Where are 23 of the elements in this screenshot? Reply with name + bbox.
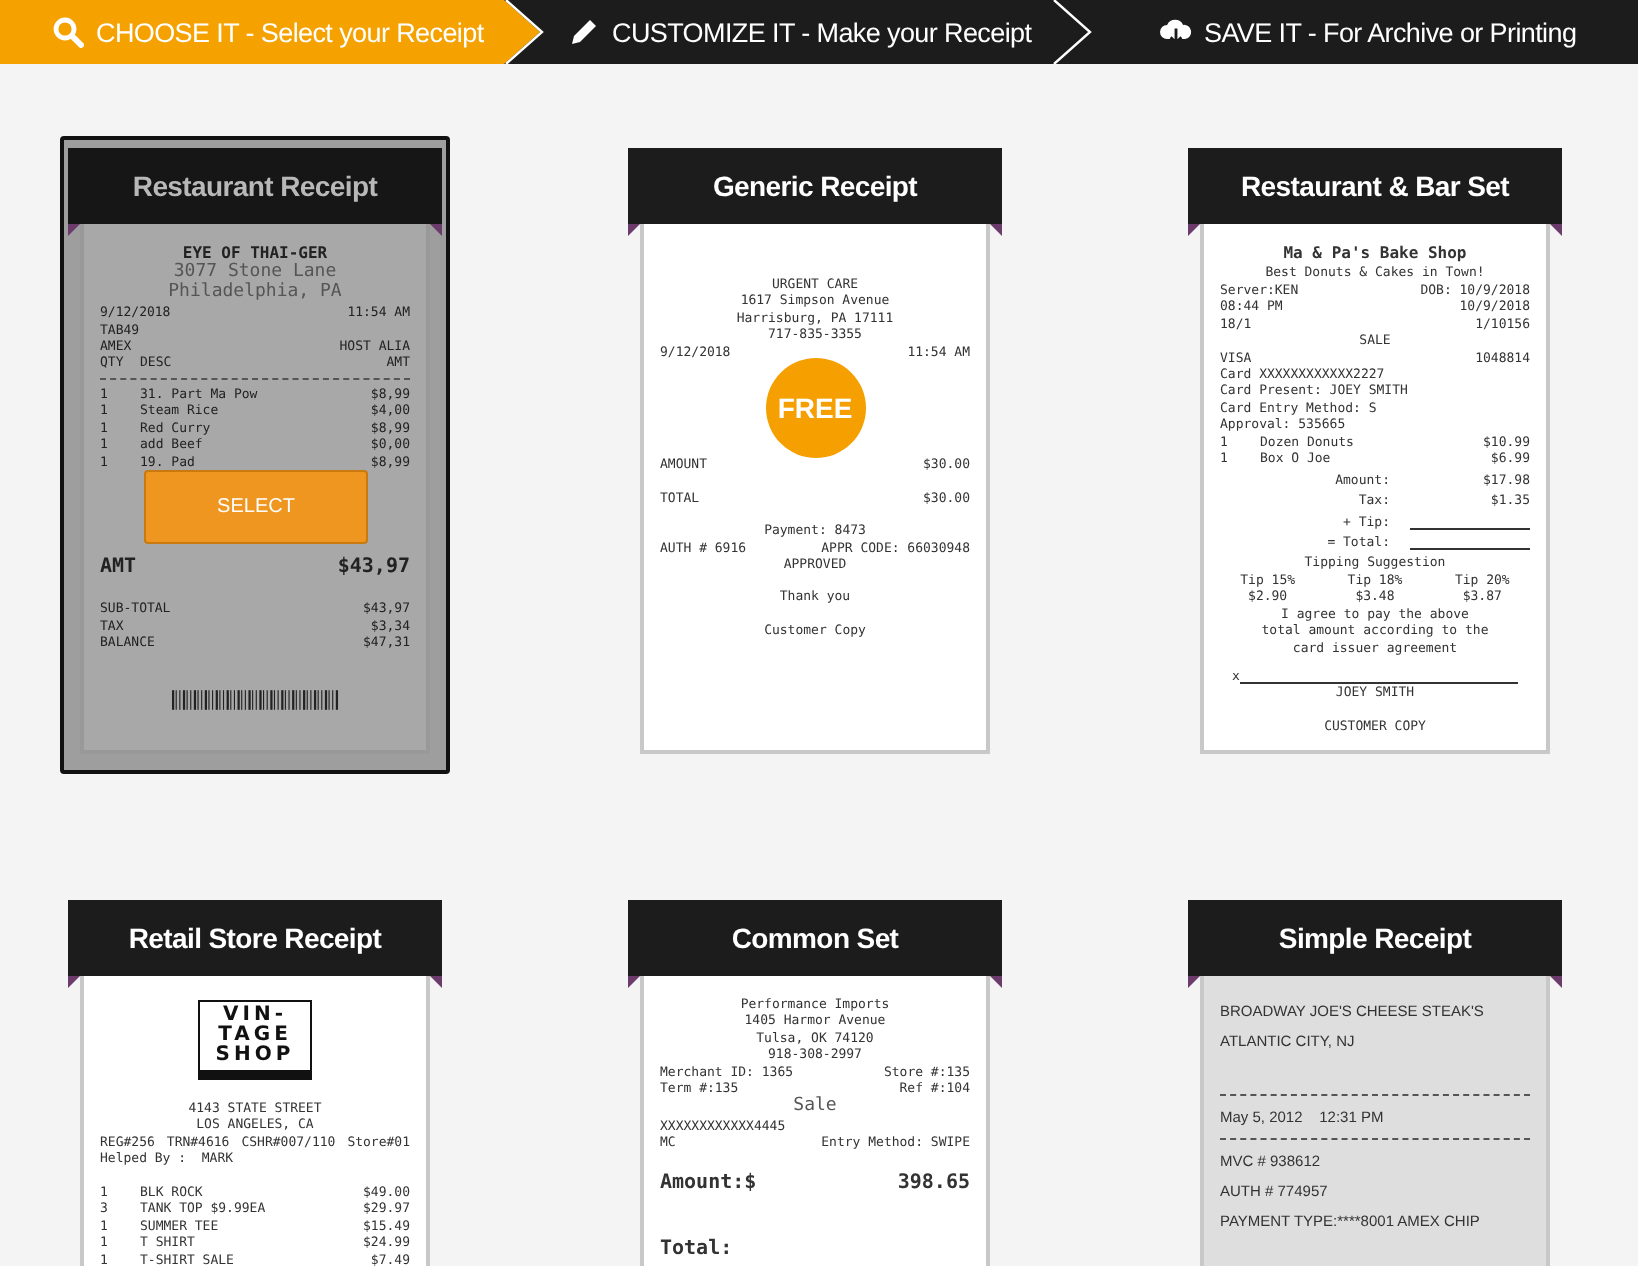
receipt-text: Philadelphia, PA — [166, 284, 344, 305]
receipt-text: Ma & Pa's Bake Shop — [1281, 244, 1469, 265]
receipt-text: EYE OF THAI-GER — [180, 244, 330, 262]
receipt-text: Sale — [791, 1097, 839, 1118]
receipt-text: 3077 Stone Lane — [173, 264, 339, 283]
receipt-text: 398.65 — [897, 1170, 970, 1197]
free-badge: FREE — [771, 364, 859, 453]
step-tab[interactable]: CUSTOMIZE IT - Make your Receipt — [544, 0, 1092, 64]
receipt-text: $43,97 — [337, 554, 410, 581]
card-title[interactable]: Retail Store Receipt — [68, 900, 442, 976]
card-title[interactable]: Restaurant Receipt — [68, 148, 442, 224]
card-title[interactable]: Common Set — [628, 900, 1002, 976]
shop-logo: VIN- TAGE SHOP — [197, 1000, 313, 1080]
card-title[interactable]: Simple Receipt — [1188, 900, 1562, 976]
step-tab[interactable]: SAVE IT - For Archive or Printing — [1092, 0, 1577, 64]
receipt-text: Total: — [660, 1236, 733, 1263]
barcode-icon — [171, 686, 339, 715]
card-title[interactable]: Generic Receipt — [628, 148, 1002, 224]
search-icon — [52, 16, 84, 48]
receipt-text: AMT — [100, 554, 137, 581]
receipt-text: Amount:$ — [660, 1170, 757, 1197]
pencil-icon — [568, 16, 600, 48]
card-title[interactable]: Restaurant & Bar Set — [1188, 148, 1562, 224]
